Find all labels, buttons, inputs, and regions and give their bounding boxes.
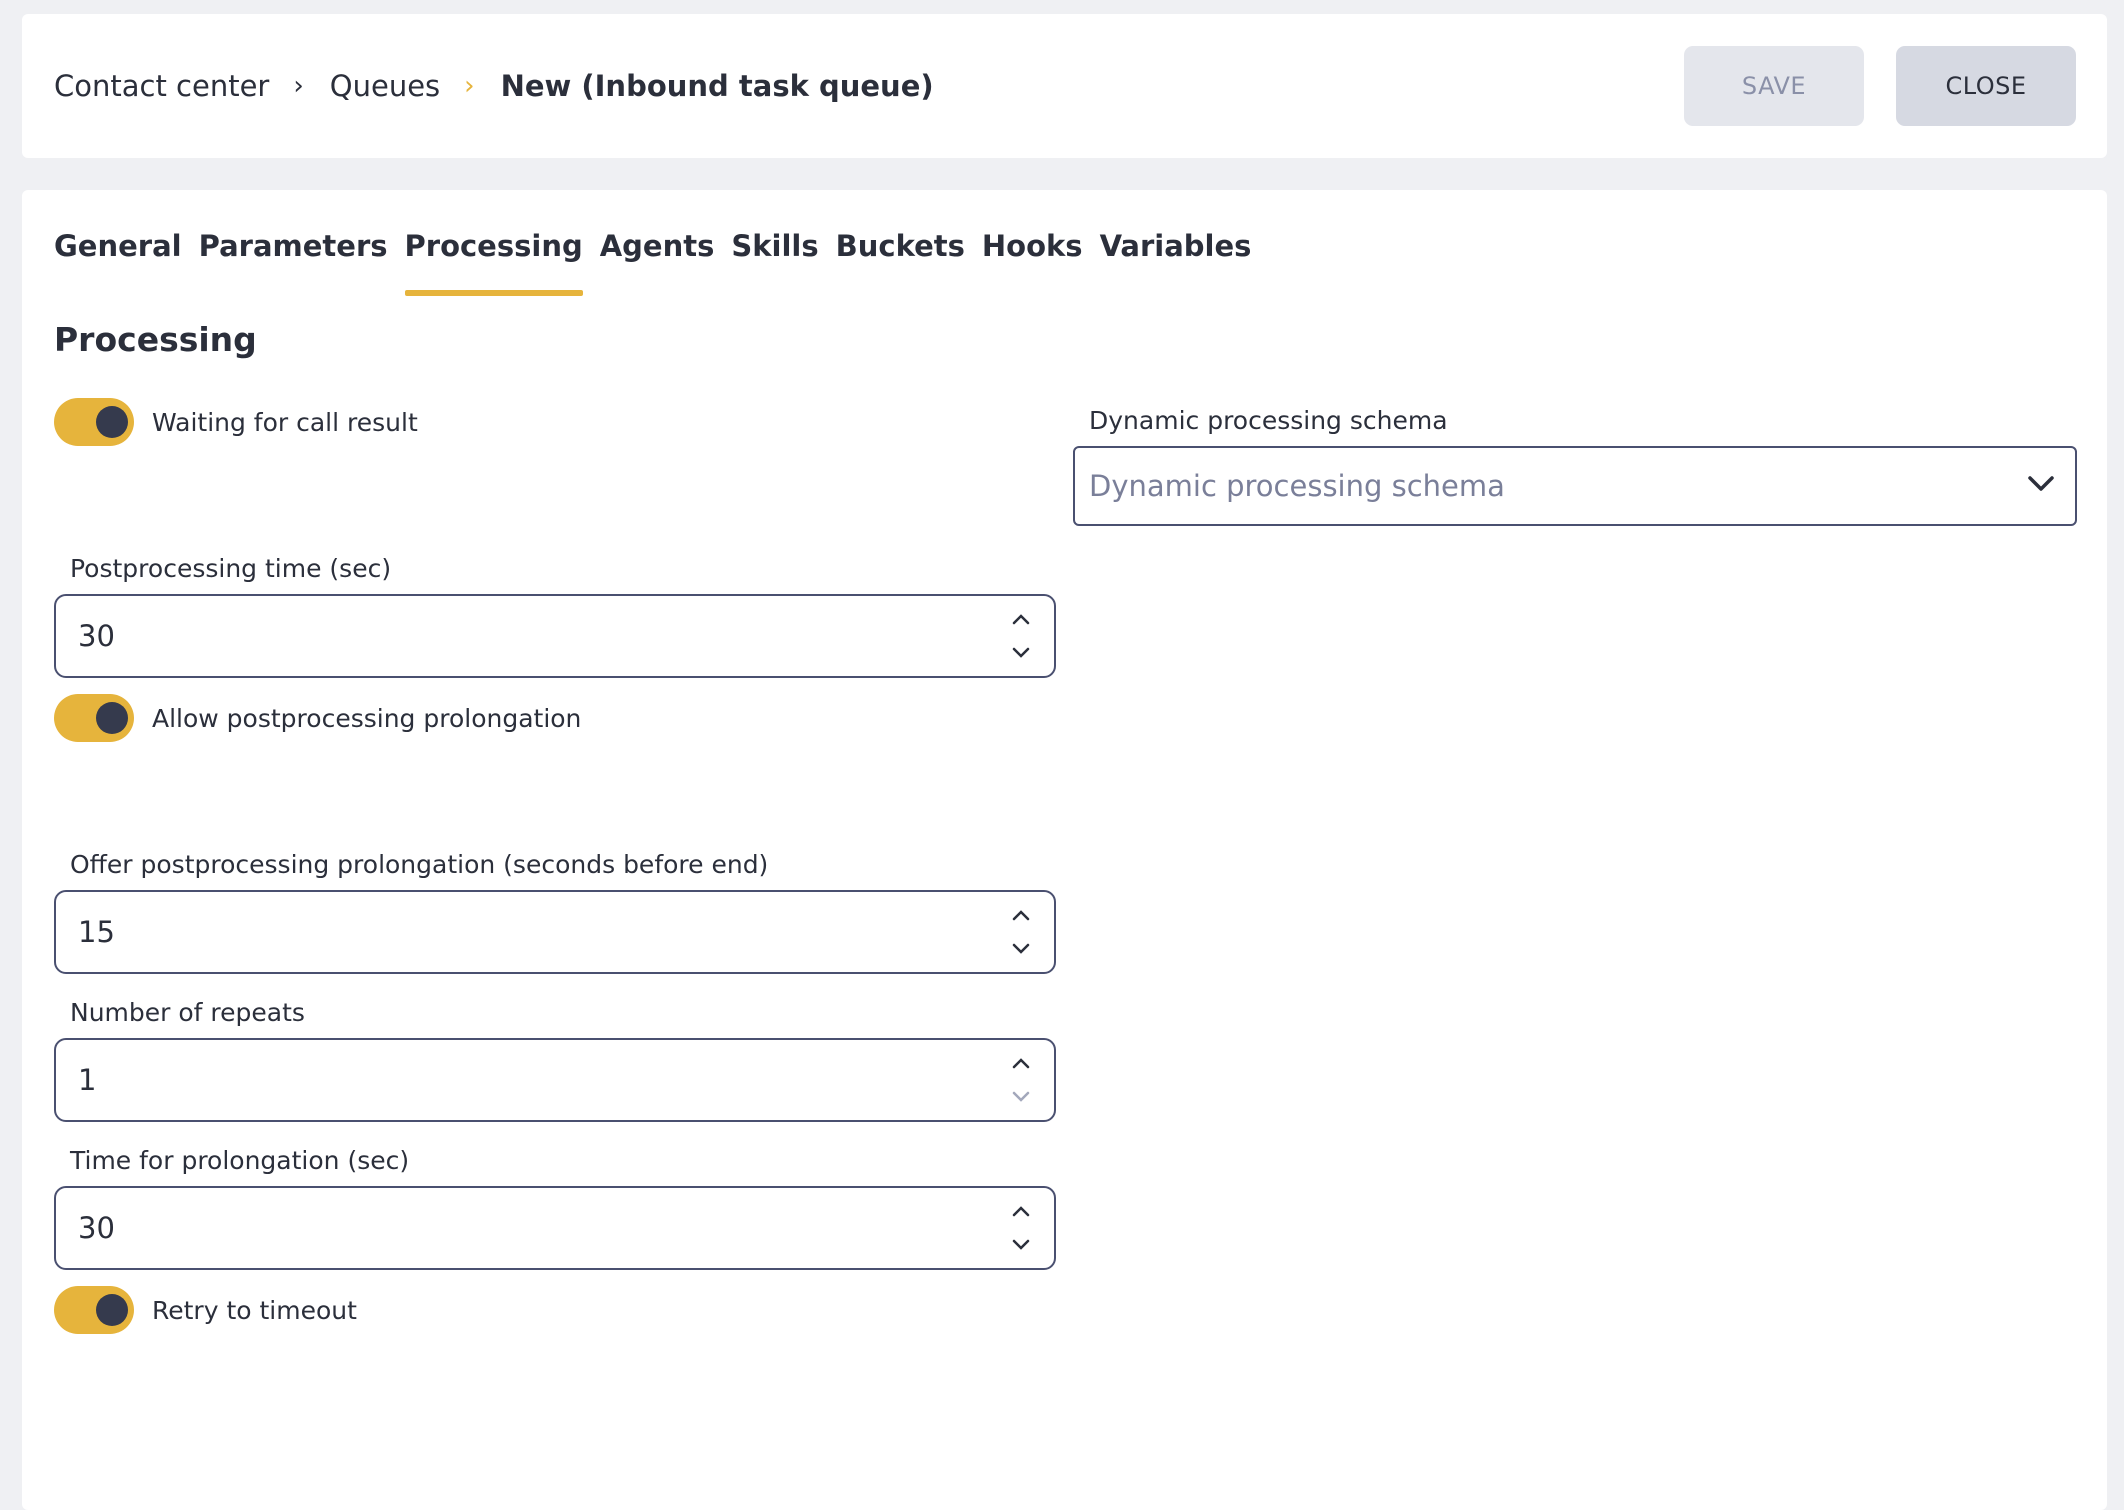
increment-button[interactable] xyxy=(1004,1196,1038,1226)
chevron-down-icon xyxy=(2028,476,2054,491)
number-stepper xyxy=(1004,1048,1038,1112)
decrement-button[interactable] xyxy=(1004,1082,1038,1112)
chevron-up-icon xyxy=(1012,614,1030,625)
chevron-down-icon xyxy=(1012,943,1030,954)
chevron-down-icon xyxy=(1012,1239,1030,1250)
tab-buckets[interactable]: Buckets xyxy=(836,226,965,296)
toggle-knob xyxy=(96,406,128,438)
allow-prolongation-label: Allow postprocessing prolongation xyxy=(152,703,582,733)
tab-variables[interactable]: Variables xyxy=(1100,226,1252,296)
number-of-repeats-label: Number of repeats xyxy=(70,998,305,1027)
number-of-repeats-input[interactable]: 1 xyxy=(54,1038,1056,1122)
dynamic-schema-placeholder: Dynamic processing schema xyxy=(1089,469,1505,503)
retry-to-timeout-row: Retry to timeout xyxy=(54,1286,357,1334)
tab-skills[interactable]: Skills xyxy=(731,226,818,296)
increment-button[interactable] xyxy=(1004,604,1038,634)
prolongation-time-label: Time for prolongation (sec) xyxy=(70,1146,410,1175)
postprocessing-time-value: 30 xyxy=(78,619,115,653)
waiting-for-call-result-row: Waiting for call result xyxy=(54,398,418,446)
allow-prolongation-toggle[interactable] xyxy=(54,694,134,742)
tab-bar: General Parameters Processing Agents Ski… xyxy=(54,226,1251,296)
decrement-button[interactable] xyxy=(1004,638,1038,668)
main-panel: General Parameters Processing Agents Ski… xyxy=(22,190,2107,1510)
page-header: Contact center › Queues › New (Inbound t… xyxy=(22,14,2107,158)
postprocessing-time-label: Postprocessing time (sec) xyxy=(70,554,392,583)
breadcrumb: Contact center › Queues › New (Inbound t… xyxy=(54,14,934,158)
tab-parameters[interactable]: Parameters xyxy=(199,226,388,296)
chevron-up-icon xyxy=(1012,1206,1030,1217)
prolongation-time-value: 30 xyxy=(78,1211,115,1245)
decrement-button[interactable] xyxy=(1004,1230,1038,1260)
retry-to-timeout-label: Retry to timeout xyxy=(152,1295,357,1325)
toggle-knob xyxy=(96,1294,128,1326)
number-stepper xyxy=(1004,604,1038,668)
breadcrumb-separator-icon: › xyxy=(293,71,304,101)
breadcrumb-separator-icon: › xyxy=(464,71,475,101)
waiting-for-call-result-label: Waiting for call result xyxy=(152,407,418,437)
close-button[interactable]: CLOSE xyxy=(1896,46,2076,126)
increment-button[interactable] xyxy=(1004,900,1038,930)
chevron-down-icon xyxy=(1012,1091,1030,1102)
dynamic-schema-label: Dynamic processing schema xyxy=(1089,406,1448,435)
number-of-repeats-value: 1 xyxy=(78,1063,97,1097)
breadcrumb-contact-center[interactable]: Contact center xyxy=(54,69,269,103)
decrement-button[interactable] xyxy=(1004,934,1038,964)
tab-hooks[interactable]: Hooks xyxy=(982,226,1083,296)
dynamic-schema-select[interactable]: Dynamic processing schema xyxy=(1073,446,2077,526)
chevron-down-icon xyxy=(1012,647,1030,658)
offer-prolongation-value: 15 xyxy=(78,915,115,949)
chevron-up-icon xyxy=(1012,910,1030,921)
section-title: Processing xyxy=(54,320,257,359)
breadcrumb-current: New (Inbound task queue) xyxy=(500,69,934,103)
tab-agents[interactable]: Agents xyxy=(600,226,715,296)
breadcrumb-queues[interactable]: Queues xyxy=(330,69,440,103)
waiting-for-call-result-toggle[interactable] xyxy=(54,398,134,446)
number-stepper xyxy=(1004,1196,1038,1260)
number-stepper xyxy=(1004,900,1038,964)
retry-to-timeout-toggle[interactable] xyxy=(54,1286,134,1334)
allow-prolongation-row: Allow postprocessing prolongation xyxy=(54,694,581,742)
tab-processing[interactable]: Processing xyxy=(404,226,583,296)
toggle-knob xyxy=(96,702,128,734)
prolongation-time-input[interactable]: 30 xyxy=(54,1186,1056,1270)
tab-general[interactable]: General xyxy=(54,226,182,296)
offer-prolongation-input[interactable]: 15 xyxy=(54,890,1056,974)
increment-button[interactable] xyxy=(1004,1048,1038,1078)
chevron-up-icon xyxy=(1012,1058,1030,1069)
offer-prolongation-label: Offer postprocessing prolongation (secon… xyxy=(70,850,769,879)
postprocessing-time-input[interactable]: 30 xyxy=(54,594,1056,678)
save-button[interactable]: SAVE xyxy=(1684,46,1864,126)
